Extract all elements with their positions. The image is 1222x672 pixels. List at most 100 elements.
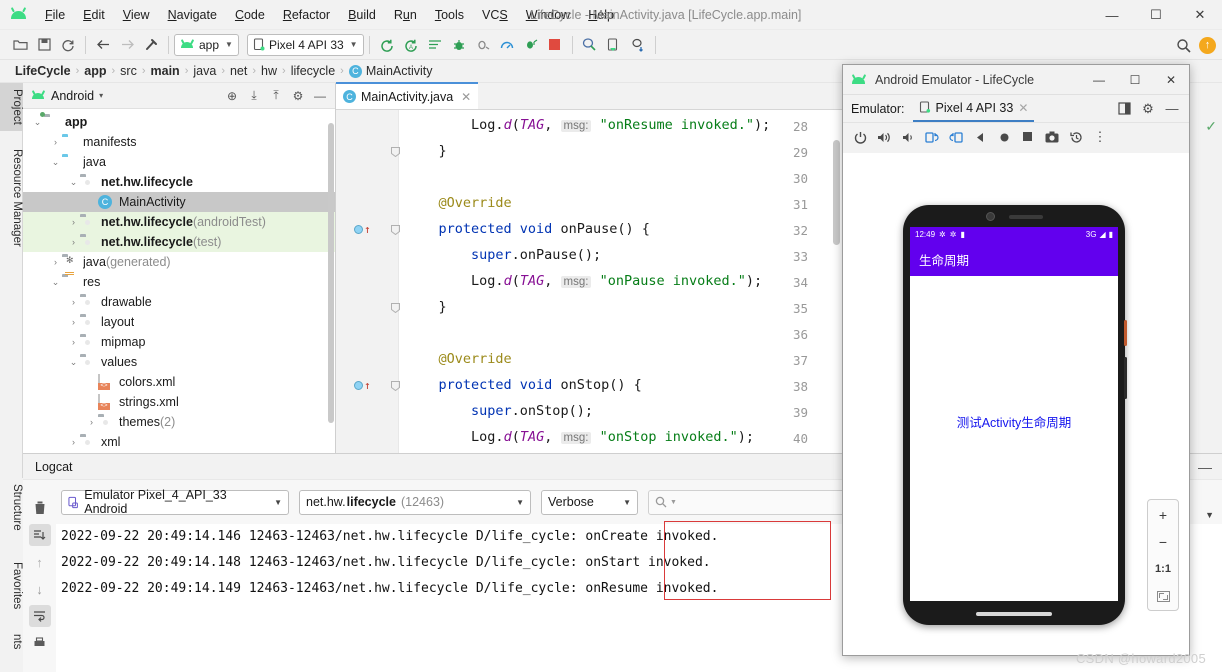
emulator-settings-gear-icon[interactable]: ⚙ xyxy=(1137,98,1159,120)
emulator-back-button[interactable] xyxy=(969,126,991,148)
sync-project-icon[interactable] xyxy=(56,33,80,57)
tree-node-themes[interactable]: › themes (2) xyxy=(23,412,335,432)
menu-item-edit[interactable]: Edit xyxy=(74,4,114,26)
stop-icon[interactable] xyxy=(543,33,567,57)
actual-size-button[interactable]: 1:1 xyxy=(1151,559,1175,579)
device-manager-icon[interactable] xyxy=(602,33,626,57)
chevron-right-icon[interactable]: › xyxy=(49,257,62,267)
fit-to-screen-button[interactable] xyxy=(1151,586,1175,606)
emulator-rotate-right-button[interactable] xyxy=(945,126,967,148)
logcat-level-selector[interactable]: Verbose ▼ xyxy=(541,489,638,515)
emulator-rotate-left-button[interactable] xyxy=(921,126,943,148)
tree-node-app[interactable]: ⌄ app xyxy=(23,112,335,132)
emulator-hide-icon[interactable]: — xyxy=(1161,98,1183,120)
menu-item-vcs[interactable]: VCS xyxy=(473,4,517,26)
emulator-overview-button[interactable] xyxy=(1017,126,1039,148)
breadcrumb-item-0[interactable]: LifeCycle xyxy=(12,64,74,78)
close-button[interactable]: ✕ xyxy=(1178,0,1222,30)
run-app-icon[interactable] xyxy=(375,33,399,57)
tree-node-java[interactable]: ⌄ java xyxy=(23,152,335,172)
sidebar-tab-favorites[interactable]: Favorites xyxy=(0,556,23,615)
print-icon[interactable] xyxy=(29,632,51,654)
breadcrumb-item-2[interactable]: src xyxy=(117,64,140,78)
navigate-back-icon[interactable] xyxy=(91,33,115,57)
emulator-history-button[interactable] xyxy=(1065,126,1087,148)
emulator-volume-up-button[interactable] xyxy=(873,126,895,148)
emulator-power-button[interactable] xyxy=(849,126,871,148)
power-side-button[interactable] xyxy=(1124,320,1127,346)
code-area[interactable]: 28 Log.d(TAG, msg: "onResume invoked.");… xyxy=(336,110,842,453)
debug-icon[interactable] xyxy=(447,33,471,57)
sidebar-tab-structure[interactable]: Structure xyxy=(0,478,23,537)
chevron-down-icon[interactable]: ▾ xyxy=(99,91,103,100)
code-fold-icon[interactable] xyxy=(391,381,400,394)
code-fold-icon[interactable] xyxy=(391,303,400,316)
chevron-right-icon[interactable]: › xyxy=(67,237,80,247)
expand-all-icon[interactable]: ⤓ xyxy=(244,86,264,106)
chevron-right-icon[interactable]: › xyxy=(67,437,80,447)
settings-gear-icon[interactable]: ⚙ xyxy=(288,86,308,106)
module-selector[interactable]: app ▼ xyxy=(174,33,239,56)
breadcrumb-item-6[interactable]: hw xyxy=(258,64,280,78)
chevron-down-icon[interactable]: ⌄ xyxy=(49,157,62,168)
hide-panel-icon[interactable]: — xyxy=(1198,459,1222,475)
scroll-to-end-icon[interactable] xyxy=(28,524,51,546)
open-project-icon[interactable] xyxy=(8,33,32,57)
tab-mainactivity-java[interactable]: C MainActivity.java ✕ xyxy=(336,82,479,109)
project-scrollbar[interactable] xyxy=(328,123,334,423)
tree-node-layout[interactable]: › layout xyxy=(23,312,335,332)
sidebar-tab-partial[interactable]: nts xyxy=(0,628,23,655)
chevron-right-icon[interactable]: › xyxy=(67,217,80,227)
editor-gutter[interactable] xyxy=(336,110,398,453)
app-content-area[interactable]: 测试Activity生命周期 xyxy=(910,276,1118,601)
chevron-right-icon[interactable]: › xyxy=(67,317,80,327)
emulator-close-button[interactable]: ✕ xyxy=(1153,65,1189,95)
maximize-button[interactable]: ☐ xyxy=(1134,0,1178,30)
chevron-right-icon[interactable]: › xyxy=(67,337,80,347)
editor-scrollbar[interactable] xyxy=(833,140,840,245)
zoom-in-button[interactable]: + xyxy=(1151,505,1175,525)
tree-node-manifests[interactable]: › manifests xyxy=(23,132,335,152)
tree-node-drawable[interactable]: › drawable xyxy=(23,292,335,312)
tree-node-net-hw-lifecycle[interactable]: ⌄ net.hw.lifecycle xyxy=(23,172,335,192)
chevron-down-icon[interactable]: ⌄ xyxy=(31,117,44,128)
menu-item-code[interactable]: Code xyxy=(226,4,274,26)
run-with-coverage-icon[interactable] xyxy=(423,33,447,57)
logcat-process-selector[interactable]: net.hw. lifecycle (12463) ▼ xyxy=(299,489,531,515)
breadcrumb-item-3[interactable]: main xyxy=(148,64,183,78)
chevron-down-icon[interactable]: ⌄ xyxy=(67,177,80,188)
tree-node-xml[interactable]: › xml xyxy=(23,432,335,452)
profiler-icon[interactable] xyxy=(495,33,519,57)
logcat-device-selector[interactable]: Emulator Pixel_4_API_33 Android ▼ xyxy=(61,488,289,516)
breadcrumb-item-5[interactable]: net xyxy=(227,64,250,78)
clear-logcat-icon[interactable] xyxy=(29,497,51,519)
update-available-icon[interactable]: ↑ xyxy=(1199,36,1216,54)
emulator-volume-down-button[interactable] xyxy=(897,126,919,148)
save-all-icon[interactable] xyxy=(32,33,56,57)
soft-wrap-icon[interactable] xyxy=(28,605,51,627)
emulator-panel-icon[interactable] xyxy=(1113,98,1135,120)
menu-item-navigate[interactable]: Navigate xyxy=(159,4,226,26)
minimize-button[interactable]: — xyxy=(1090,0,1134,30)
tree-node-net-hw-lifecycle[interactable]: › net.hw.lifecycle (test) xyxy=(23,232,335,252)
build-hammer-icon[interactable] xyxy=(139,33,163,57)
logcat-options-chevron-down-icon[interactable]: ▼ xyxy=(1205,510,1214,520)
tree-node-mainactivity[interactable]: C MainActivity xyxy=(23,192,335,212)
emulator-screenshot-button[interactable] xyxy=(1041,126,1063,148)
device-selector[interactable]: Pixel 4 API 33 ▼ xyxy=(246,33,364,56)
code-fold-icon[interactable] xyxy=(391,225,400,238)
volume-side-button[interactable] xyxy=(1124,357,1127,399)
menu-item-build[interactable]: Build xyxy=(339,4,385,26)
tree-node-colors-xml[interactable]: colors.xml xyxy=(23,372,335,392)
override-marker-icon[interactable]: ↑ xyxy=(354,224,371,235)
chevron-right-icon[interactable]: › xyxy=(49,137,62,147)
menu-item-view[interactable]: View xyxy=(114,4,159,26)
logcat-search-input[interactable]: ▼ xyxy=(648,489,871,515)
zoom-out-button[interactable]: − xyxy=(1151,532,1175,552)
emulator-device-tab[interactable]: Pixel 4 API 33 ✕ xyxy=(912,95,1035,122)
code-fold-icon[interactable] xyxy=(391,147,400,160)
tree-node-strings-xml[interactable]: strings.xml xyxy=(23,392,335,412)
close-icon[interactable]: ✕ xyxy=(461,90,471,104)
apply-changes-icon[interactable]: A xyxy=(399,33,423,57)
chevron-down-icon[interactable]: ⌄ xyxy=(67,357,80,368)
